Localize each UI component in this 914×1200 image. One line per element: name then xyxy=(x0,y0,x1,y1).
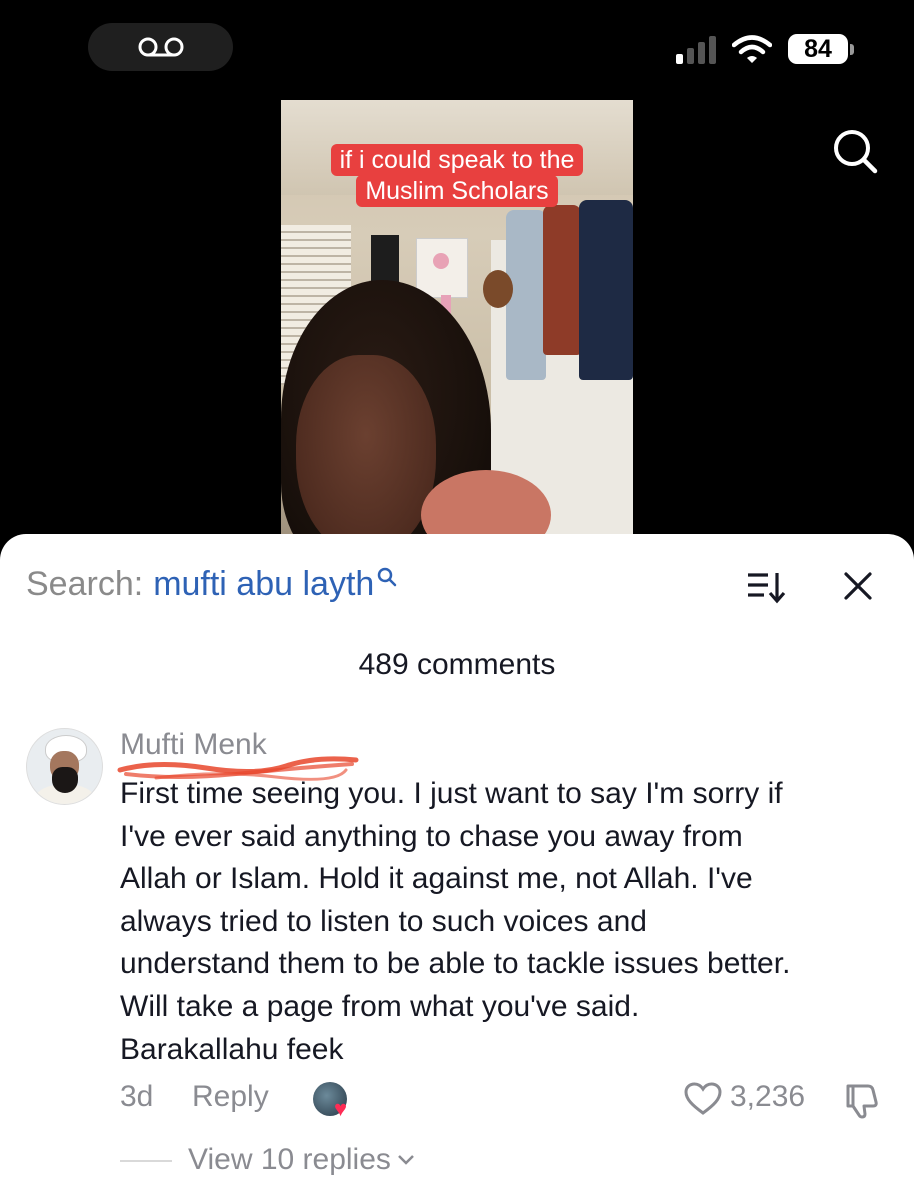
comment-time: 3d xyxy=(120,1080,154,1113)
status-indicators: 84 xyxy=(676,34,854,64)
chevron-down-icon xyxy=(398,1155,414,1165)
battery-level: 84 xyxy=(788,34,848,64)
search-icon xyxy=(834,130,878,174)
heart-icon: ♥ xyxy=(334,1096,348,1121)
heart-icon xyxy=(684,1082,722,1115)
video-player[interactable]: if i could speak to the Muslim Scholars xyxy=(281,100,633,550)
search-prefix: Search: xyxy=(26,565,144,603)
sort-icon xyxy=(748,573,786,604)
search-button[interactable] xyxy=(832,128,878,179)
view-replies-button[interactable]: View 10 replies xyxy=(188,1143,415,1177)
comment-count: 489 comments xyxy=(358,648,556,681)
video-caption: if i could speak to the Muslim Scholars xyxy=(281,144,633,207)
close-icon xyxy=(844,572,872,600)
wall-poster xyxy=(416,238,468,298)
voicemail-icon xyxy=(138,37,183,57)
battery-indicator: 84 xyxy=(788,34,854,64)
view-replies-label: View 10 replies xyxy=(188,1143,391,1176)
video-caption-text: if i could speak to the Muslim Scholars xyxy=(330,144,584,207)
like-button[interactable] xyxy=(684,1082,722,1121)
sort-button[interactable] xyxy=(746,570,786,609)
voicemail-indicator[interactable] xyxy=(88,23,233,71)
comment-body: First time seeing you. I just want to sa… xyxy=(120,777,791,1066)
like-count: 3,236 xyxy=(730,1080,806,1113)
wifi-icon xyxy=(732,35,772,63)
thumbs-down-icon xyxy=(846,1084,878,1119)
search-icon xyxy=(378,567,397,586)
close-button[interactable] xyxy=(842,570,874,607)
reply-button[interactable]: Reply xyxy=(192,1080,269,1114)
avatar[interactable] xyxy=(26,728,103,805)
person-face xyxy=(296,355,436,550)
search-query[interactable]: mufti abu layth xyxy=(153,565,374,604)
dislike-button[interactable] xyxy=(842,1082,880,1125)
comment-search-bar[interactable]: Search: mufti abu layth xyxy=(26,565,397,604)
replies-divider xyxy=(120,1160,172,1162)
cellular-signal-icon xyxy=(676,34,716,64)
